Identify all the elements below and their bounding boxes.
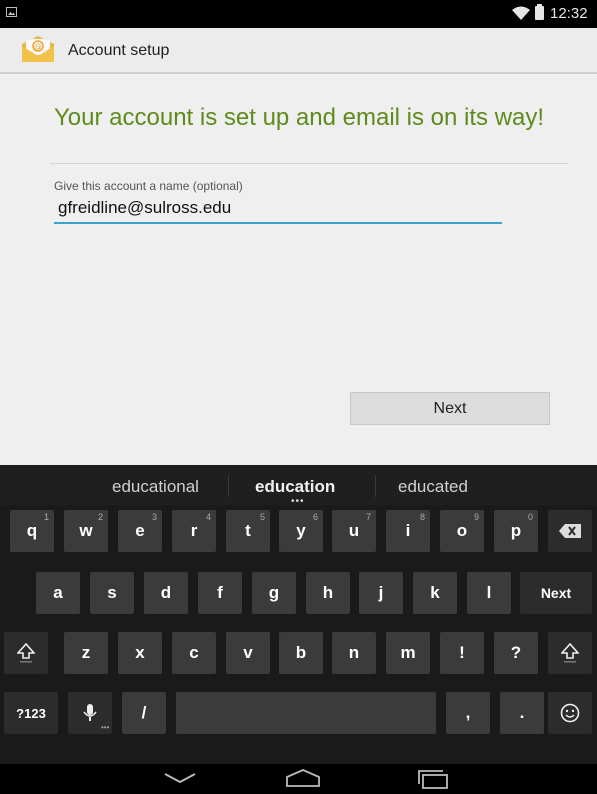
key-o[interactable]: 9o bbox=[440, 510, 484, 552]
key-k[interactable]: k bbox=[413, 572, 457, 614]
key-z[interactable]: z bbox=[64, 632, 108, 674]
suggestion-divider bbox=[375, 475, 376, 497]
key-a[interactable]: a bbox=[36, 572, 80, 614]
account-setup-content: Your account is set up and email is on i… bbox=[0, 74, 597, 465]
battery-icon bbox=[535, 4, 544, 20]
shift-key-left[interactable] bbox=[4, 632, 48, 674]
key-u[interactable]: 7u bbox=[332, 510, 376, 552]
key-v[interactable]: v bbox=[226, 632, 270, 674]
soft-keyboard: educational education ••• educated 1q 2w… bbox=[0, 465, 597, 764]
recent-apps-icon[interactable] bbox=[416, 769, 450, 789]
key-x[interactable]: x bbox=[118, 632, 162, 674]
key-slash[interactable]: / bbox=[122, 692, 166, 734]
key-l[interactable]: l bbox=[467, 572, 511, 614]
email-app-icon: @ bbox=[22, 36, 54, 62]
wifi-icon bbox=[512, 6, 530, 20]
space-bar[interactable] bbox=[176, 692, 436, 734]
action-bar: @ Account setup bbox=[0, 28, 597, 74]
key-exclamation[interactable]: ! bbox=[440, 632, 484, 674]
key-w[interactable]: 2w bbox=[64, 510, 108, 552]
key-c[interactable]: c bbox=[172, 632, 216, 674]
home-icon[interactable] bbox=[285, 768, 321, 788]
headline-divider bbox=[50, 163, 568, 164]
action-bar-title: Account setup bbox=[68, 42, 170, 59]
account-name-input[interactable] bbox=[54, 194, 502, 224]
key-h[interactable]: h bbox=[306, 572, 350, 614]
key-b[interactable]: b bbox=[279, 632, 323, 674]
next-button[interactable]: Next bbox=[350, 392, 550, 425]
key-f[interactable]: f bbox=[198, 572, 242, 614]
key-p[interactable]: 0p bbox=[494, 510, 538, 552]
setup-complete-headline: Your account is set up and email is on i… bbox=[54, 104, 545, 131]
suggestion-educated[interactable]: educated bbox=[398, 477, 468, 497]
voice-input-key[interactable]: ••• bbox=[68, 692, 112, 734]
status-bar: 12:32 bbox=[0, 0, 597, 28]
backspace-key[interactable] bbox=[548, 510, 592, 552]
more-suggestions-icon[interactable]: ••• bbox=[291, 496, 305, 507]
key-e[interactable]: 3e bbox=[118, 510, 162, 552]
status-time: 12:32 bbox=[550, 5, 588, 22]
shift-icon bbox=[561, 643, 579, 663]
smiley-icon bbox=[560, 703, 580, 723]
back-chevron-icon[interactable] bbox=[163, 770, 197, 786]
navigation-bar bbox=[0, 764, 597, 794]
key-t[interactable]: 5t bbox=[226, 510, 270, 552]
picture-notification-icon bbox=[6, 7, 17, 17]
keyboard-next-key[interactable]: Next bbox=[520, 572, 592, 614]
more-options-dots: ••• bbox=[101, 723, 110, 732]
shift-icon bbox=[17, 643, 35, 663]
key-n[interactable]: n bbox=[332, 632, 376, 674]
key-q[interactable]: 1q bbox=[10, 510, 54, 552]
key-question[interactable]: ? bbox=[494, 632, 538, 674]
account-name-label: Give this account a name (optional) bbox=[54, 179, 243, 193]
suggestion-educational[interactable]: educational bbox=[112, 477, 199, 497]
suggestion-divider bbox=[228, 475, 229, 497]
backspace-icon bbox=[559, 524, 581, 538]
svg-text:@: @ bbox=[34, 42, 42, 51]
key-m[interactable]: m bbox=[386, 632, 430, 674]
key-j[interactable]: j bbox=[359, 572, 403, 614]
symbols-key[interactable]: ?123 bbox=[4, 692, 58, 734]
key-g[interactable]: g bbox=[252, 572, 296, 614]
key-comma[interactable]: , bbox=[446, 692, 490, 734]
suggestion-strip: educational education ••• educated bbox=[0, 465, 597, 507]
key-y[interactable]: 6y bbox=[279, 510, 323, 552]
microphone-icon bbox=[83, 704, 97, 721]
key-r[interactable]: 4r bbox=[172, 510, 216, 552]
key-s[interactable]: s bbox=[90, 572, 134, 614]
suggestion-education[interactable]: education bbox=[255, 477, 335, 497]
key-d[interactable]: d bbox=[144, 572, 188, 614]
emoji-key[interactable] bbox=[548, 692, 592, 734]
key-period[interactable]: . bbox=[500, 692, 544, 734]
shift-key-right[interactable] bbox=[548, 632, 592, 674]
key-i[interactable]: 8i bbox=[386, 510, 430, 552]
